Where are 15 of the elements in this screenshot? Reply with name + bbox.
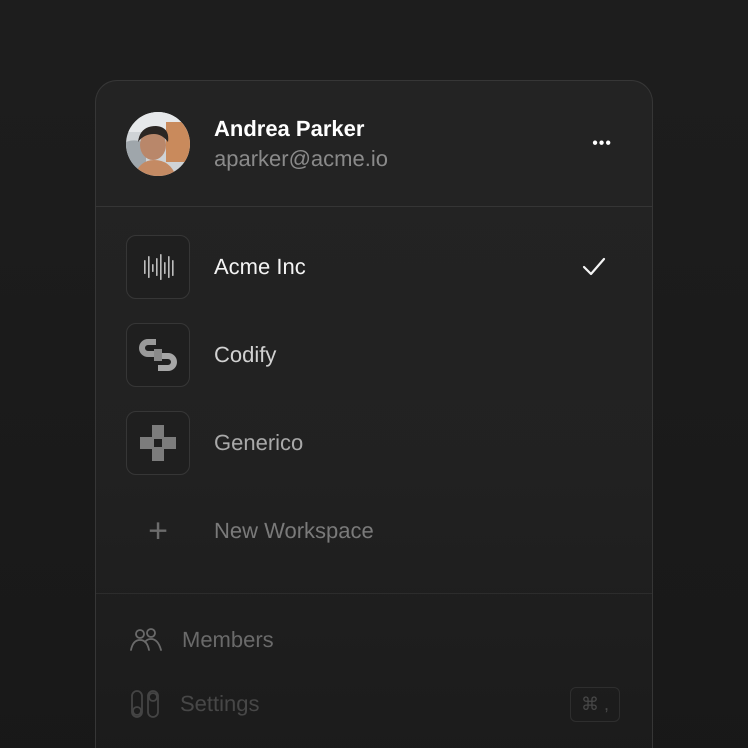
people-icon [130,628,162,652]
workspace-item[interactable]: Acme Inc [126,235,622,299]
new-workspace-item[interactable]: + New Workspace [126,499,622,563]
plus-icon: + [148,514,168,548]
user-email: aparker@acme.io [214,146,389,172]
more-button[interactable]: ••• [582,131,622,157]
toggles-icon [130,690,160,718]
checkmark-icon [582,257,606,277]
keyboard-shortcut: ⌘ , [570,686,620,722]
cross-blocks-icon [138,423,178,463]
sound-bars-icon [142,254,174,280]
workspace-item[interactable]: Generico [126,411,622,475]
chain-link-icon [136,337,180,373]
workspace-item[interactable]: Codify [126,323,622,387]
user-name: Andrea Parker [214,116,366,142]
